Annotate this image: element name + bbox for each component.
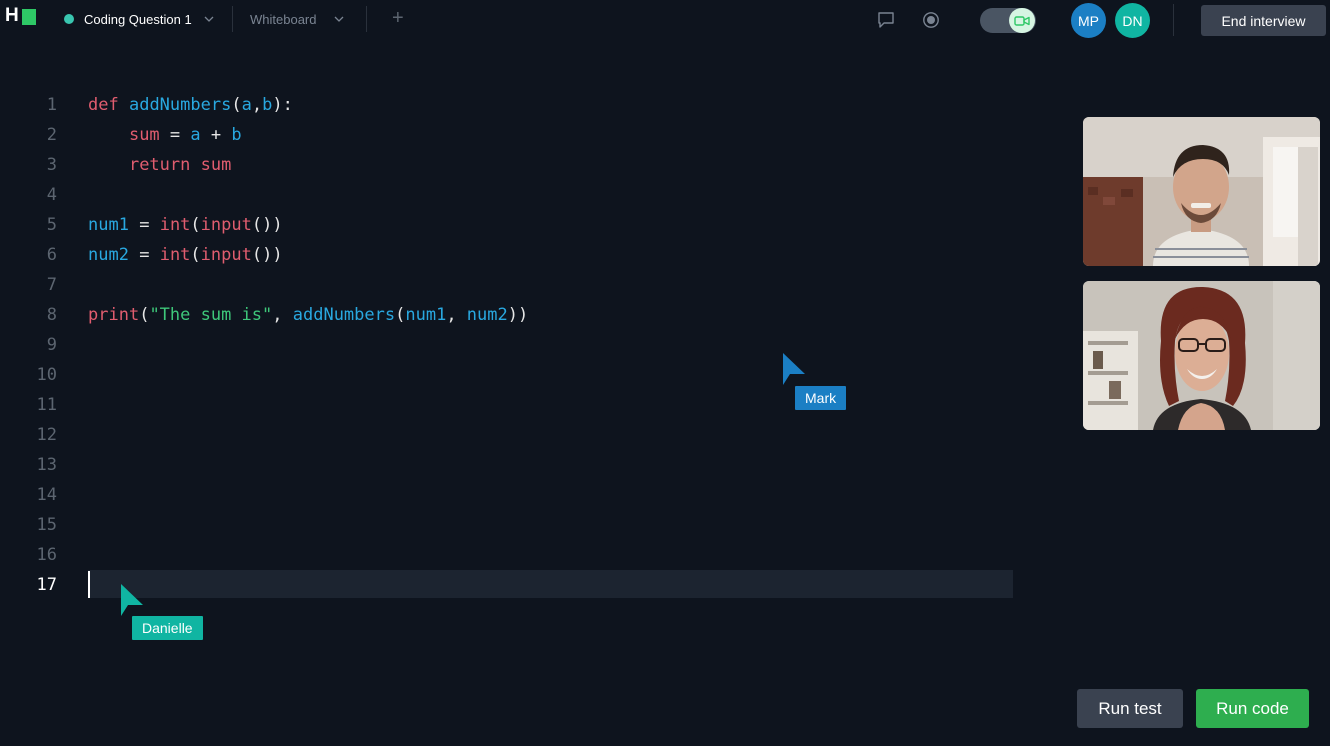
line-number: 9: [46, 335, 57, 355]
record-icon[interactable]: [922, 11, 940, 29]
tab-whiteboard-label: Whiteboard: [250, 11, 317, 27]
code-line-active[interactable]: 17: [0, 570, 1015, 600]
divider: [366, 6, 367, 32]
code-line: 8 print("The sum is", addNumbers(num1, n…: [0, 300, 1015, 330]
line-number: 1: [46, 95, 57, 115]
code-line: 16: [0, 540, 1015, 570]
code-line-text: num1 = int(input()): [88, 215, 283, 235]
tab-coding-question-label: Coding Question 1: [84, 11, 192, 27]
chevron-down-icon[interactable]: [204, 14, 214, 24]
video-feed-participant-2[interactable]: [1083, 281, 1320, 430]
line-number: 16: [36, 545, 57, 565]
hackerrank-logo: H: [5, 5, 36, 26]
code-line: 10: [0, 360, 1015, 390]
line-number: 10: [36, 365, 57, 385]
divider: [232, 6, 233, 32]
cursor-label-mark: Mark: [795, 386, 847, 410]
active-line-highlight: [88, 570, 1013, 598]
line-number: 3: [46, 155, 57, 175]
cursor-arrow-icon: [783, 353, 805, 385]
line-number: 11: [36, 395, 57, 415]
tab-coding-question[interactable]: Coding Question 1: [64, 6, 214, 32]
divider: [1173, 4, 1174, 36]
code-line-text: num2 = int(input()): [88, 245, 283, 265]
code-line: 9: [0, 330, 1015, 360]
code-line: 7: [0, 270, 1015, 300]
code-line-text: def addNumbers(a,b):: [88, 95, 293, 115]
code-line: 1 def addNumbers(a,b):: [0, 90, 1015, 120]
line-number: 17: [36, 575, 57, 595]
code-line-text: sum = a + b: [128, 125, 242, 145]
line-number: 14: [36, 485, 57, 505]
line-number: 15: [36, 515, 57, 535]
code-line: 2 sum = a + b: [0, 120, 1015, 150]
avatar-dn[interactable]: DN: [1115, 3, 1150, 38]
line-number: 13: [36, 455, 57, 475]
text-caret: [88, 571, 90, 598]
code-line: 6 num2 = int(input()): [0, 240, 1015, 270]
line-number: 2: [46, 125, 57, 145]
code-line: 11: [0, 390, 1015, 420]
logo-square: [22, 9, 36, 25]
line-number: 5: [46, 215, 57, 235]
participant-video-image: [1083, 117, 1320, 266]
cursor-label-danielle: Danielle: [132, 616, 203, 640]
code-line: 13: [0, 450, 1015, 480]
line-number: 8: [46, 305, 57, 325]
chevron-down-icon[interactable]: [334, 14, 344, 24]
video-camera-icon: [1009, 8, 1035, 33]
code-line: 12: [0, 420, 1015, 450]
interview-app: H Coding Question 1 Whiteboard + MP DN E…: [0, 0, 1330, 746]
code-line-text: return sum: [128, 155, 232, 175]
participant-video-image: [1083, 281, 1320, 430]
line-number: 12: [36, 425, 57, 445]
end-interview-button[interactable]: End interview: [1201, 5, 1326, 36]
code-line: 14: [0, 480, 1015, 510]
cursor-arrow-icon: [121, 584, 143, 616]
code-editor[interactable]: 1 def addNumbers(a,b): 2 sum = a + b 3 r…: [0, 90, 1015, 610]
code-line: 3 return sum: [0, 150, 1015, 180]
run-test-button[interactable]: Run test: [1077, 689, 1183, 728]
top-bar: H Coding Question 1 Whiteboard + MP DN E…: [0, 0, 1330, 40]
line-number: 4: [46, 185, 57, 205]
add-tab-button[interactable]: +: [392, 8, 404, 28]
tab-whiteboard[interactable]: Whiteboard: [250, 6, 344, 32]
run-code-button[interactable]: Run code: [1196, 689, 1309, 728]
code-line: 5 num1 = int(input()): [0, 210, 1015, 240]
chat-icon[interactable]: [877, 11, 895, 29]
logo-letter: H: [5, 5, 19, 26]
code-line: 15: [0, 510, 1015, 540]
code-line-text: print("The sum is", addNumbers(num1, num…: [88, 305, 529, 325]
code-line: 4: [0, 180, 1015, 210]
line-number: 6: [46, 245, 57, 265]
video-toggle[interactable]: [980, 8, 1036, 33]
avatar-mp[interactable]: MP: [1071, 3, 1106, 38]
line-number: 7: [46, 275, 57, 295]
status-dot-icon: [64, 14, 74, 24]
video-feed-participant-1[interactable]: [1083, 117, 1320, 266]
